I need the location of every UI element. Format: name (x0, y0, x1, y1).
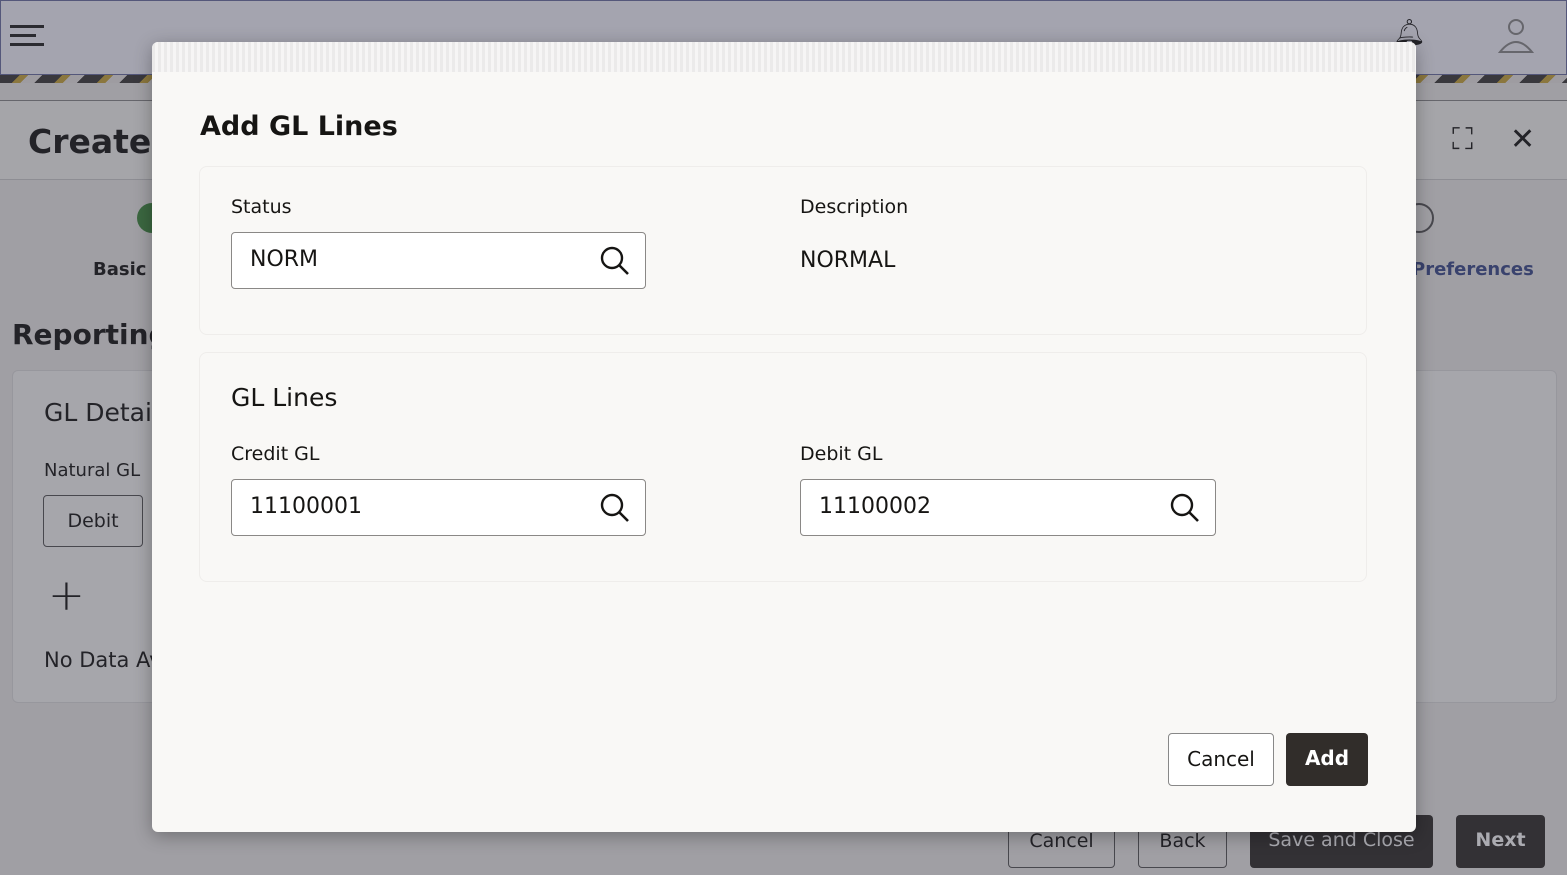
debit-gl-value: 11100002 (819, 494, 931, 519)
credit-gl-label: Credit GL (231, 443, 320, 465)
status-section: Status NORM Description NORMAL (199, 166, 1367, 335)
debit-gl-label: Debit GL (800, 443, 883, 465)
search-icon[interactable] (599, 492, 631, 524)
status-label: Status (231, 196, 292, 218)
debit-gl-input[interactable]: 11100002 (800, 479, 1216, 536)
description-label: Description (800, 196, 909, 218)
cancel-button[interactable]: Cancel (1168, 733, 1274, 786)
status-input[interactable]: NORM (231, 232, 646, 289)
dialog-header-texture (152, 42, 1416, 72)
credit-gl-value: 11100001 (250, 494, 362, 519)
credit-gl-input[interactable]: 11100001 (231, 479, 646, 536)
status-value: NORM (250, 247, 319, 272)
add-gl-lines-dialog: Add GL Lines Status NORM Description NOR… (152, 42, 1416, 832)
search-icon[interactable] (1169, 492, 1201, 524)
search-icon[interactable] (599, 245, 631, 277)
description-value: NORMAL (800, 248, 896, 273)
add-button[interactable]: Add (1286, 733, 1368, 786)
gl-lines-section: GL Lines Credit GL 11100001 Debit GL 111… (199, 352, 1367, 582)
gl-lines-heading: GL Lines (231, 383, 338, 412)
dialog-title: Add GL Lines (200, 111, 398, 142)
